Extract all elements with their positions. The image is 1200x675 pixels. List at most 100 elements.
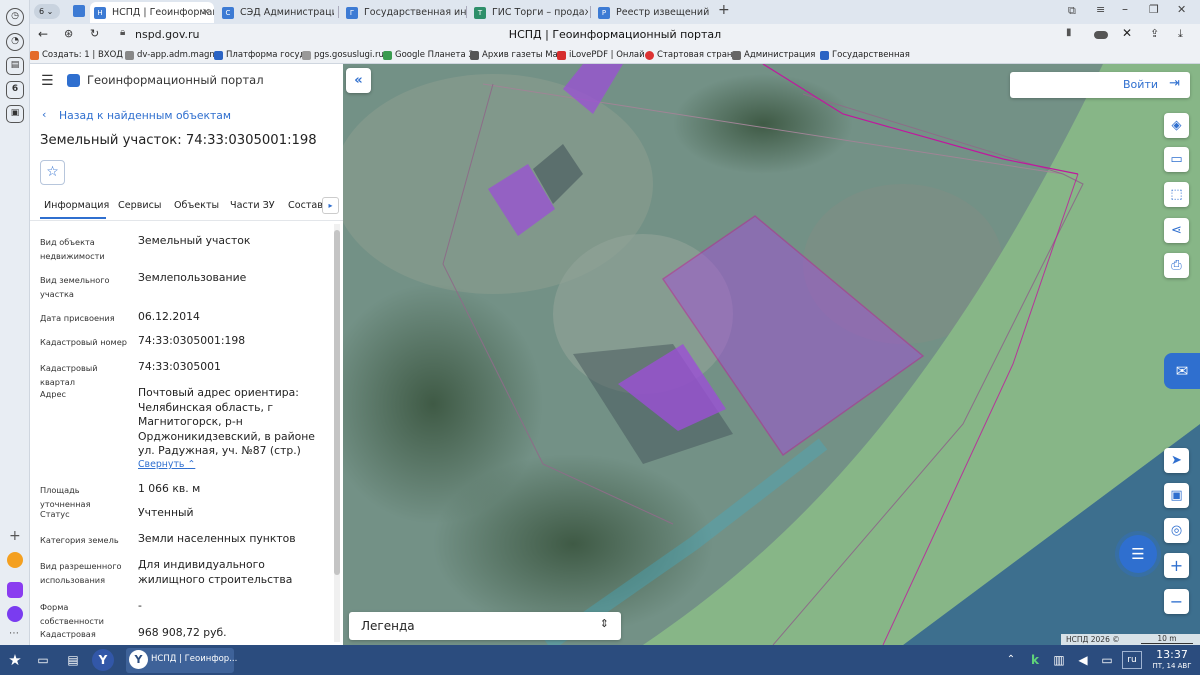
- tabs-scroll-right-icon[interactable]: ▸: [322, 197, 339, 214]
- login-icon: ⇥: [1169, 76, 1180, 91]
- share-icon[interactable]: ⇪: [1150, 27, 1159, 40]
- field-value: 74:33:0305001: [138, 360, 221, 373]
- tab-composition[interactable]: Состав: [288, 200, 323, 211]
- field-label: Вид земельного участка: [40, 275, 110, 299]
- bookmark-6[interactable]: Архив газеты Ма: [470, 48, 558, 62]
- alice-icon[interactable]: [7, 606, 23, 622]
- hamburger-icon[interactable]: ☰: [41, 73, 54, 89]
- bookmark-1[interactable]: Создать: 1 | ВХОД: [30, 48, 123, 62]
- bookmark-4[interactable]: pgs.gosuslugi.ru: [302, 48, 384, 62]
- gis-favicon: Г: [346, 7, 358, 19]
- screenshot-icon[interactable]: ▣: [6, 105, 24, 123]
- volume-icon[interactable]: ◀: [1072, 649, 1094, 671]
- tab-objects[interactable]: Объекты: [174, 200, 219, 211]
- add-icon[interactable]: +: [9, 528, 21, 544]
- tab-counter[interactable]: 6 ⌄: [34, 4, 60, 19]
- bookmark-2[interactable]: dv-app.adm.magn: [125, 48, 215, 62]
- bookmark-9[interactable]: Администрация: [732, 48, 815, 62]
- tab-services[interactable]: Сервисы: [118, 200, 161, 211]
- tab-count-icon[interactable]: 6: [6, 81, 24, 99]
- bookmark-icon[interactable]: ▮: [1066, 27, 1072, 38]
- tab-torgi[interactable]: ТГИС Торги – продажи гос: [470, 2, 588, 23]
- scrollbar-track[interactable]: [334, 224, 340, 642]
- close-window-icon[interactable]: ✕: [1177, 3, 1186, 16]
- legend-dropdown[interactable]: Легенда ⇕: [349, 612, 621, 640]
- file-manager-icon[interactable]: ▤: [62, 649, 84, 671]
- field-value: 06.12.2014: [138, 310, 200, 323]
- start-icon[interactable]: ★: [4, 649, 26, 671]
- maximize-icon[interactable]: ❐: [1149, 3, 1159, 16]
- pinned-tab-icon[interactable]: [73, 5, 85, 17]
- bookmark-7[interactable]: iLovePDF | Онлай: [557, 48, 645, 62]
- select-area-icon[interactable]: ⬚: [1164, 182, 1189, 207]
- tab-parts[interactable]: Части ЗУ: [230, 200, 275, 211]
- bookmark-3[interactable]: Платформа госуд: [214, 48, 305, 62]
- back-to-results-link[interactable]: Назад к найденным объектам: [59, 109, 231, 122]
- map-view[interactable]: « Войти ⇥ ◈ ▭ ⬚ ⋖ ⎙ ✉ ➤ ▣ ◎ ☰ + − Легенд…: [343, 64, 1200, 645]
- tab-sed[interactable]: ССЭД Администрации Ма: [218, 2, 334, 23]
- network-icon[interactable]: ▭: [1096, 649, 1118, 671]
- tab-strip: Информация Сервисы Объекты Части ЗУ Сост…: [30, 195, 343, 221]
- tab-bar: 6 ⌄ Н НСПД | Геоинформац ✕ С СЭД Администра…: [30, 0, 1200, 24]
- copyright-text: НСПД 2026 ©: [1066, 635, 1120, 644]
- minimap-icon[interactable]: ▣: [1164, 483, 1189, 508]
- extension-icon[interactable]: [1094, 31, 1108, 39]
- mail-icon[interactable]: [7, 552, 23, 568]
- minimize-icon[interactable]: –: [1122, 2, 1128, 16]
- login-button[interactable]: Войти ⇥: [1010, 72, 1190, 98]
- menu-icon[interactable]: ≡: [1096, 3, 1105, 16]
- layers-icon[interactable]: ◈: [1164, 113, 1189, 138]
- kaspersky-tray-icon[interactable]: k: [1024, 649, 1046, 671]
- browser-sidebar: ◷ ◔ ▤ 6 ▣ + ⋯: [0, 0, 30, 645]
- clock-icon[interactable]: ◷: [6, 8, 24, 26]
- windows-icon[interactable]: ▭: [32, 649, 54, 671]
- registry-favicon: Р: [598, 7, 610, 19]
- kaspersky-icon[interactable]: ✕: [1122, 26, 1132, 40]
- field-label: Вид разрешенного использования: [40, 561, 122, 585]
- collapse-panel-icon[interactable]: «: [346, 68, 371, 93]
- tab-registry[interactable]: Р Реестр извещений: [594, 2, 714, 23]
- bookmark-8[interactable]: Стартовая стран: [645, 48, 732, 62]
- yandex-browser-icon[interactable]: Y: [92, 649, 114, 671]
- tab-nspd[interactable]: Н НСПД | Геоинформац ✕: [90, 2, 214, 23]
- tab-gis[interactable]: ГГосударственная инфор: [342, 2, 466, 23]
- share-map-icon[interactable]: ⋖: [1164, 218, 1189, 243]
- zoom-out-icon[interactable]: −: [1164, 589, 1189, 614]
- field-label: Форма собственности: [40, 602, 105, 626]
- favorite-star-icon[interactable]: ☆: [40, 160, 65, 185]
- info-panel: ☰ Геоинформационный портал ‹ Назад к най…: [30, 64, 343, 645]
- field-label: Статус: [40, 509, 70, 519]
- market-icon[interactable]: [7, 582, 23, 598]
- ruler-icon[interactable]: ▭: [1164, 147, 1189, 172]
- field-label: Категория земель: [40, 535, 119, 545]
- history-icon[interactable]: ◔: [6, 33, 24, 51]
- tray-expand-icon[interactable]: ⌃: [1000, 649, 1022, 671]
- field-label: Адрес: [40, 389, 66, 399]
- tab-info[interactable]: Информация: [44, 200, 109, 211]
- new-tab-icon[interactable]: +: [718, 2, 730, 18]
- print-icon[interactable]: ⎙: [1164, 253, 1189, 278]
- bookmark-5[interactable]: Google Планета З: [383, 48, 474, 62]
- chevron-updown-icon: ⇕: [599, 617, 609, 630]
- bookmark-10[interactable]: Государственная: [820, 48, 910, 62]
- taskbar-app-nspd[interactable]: Y НСПД | Геоинфор...: [126, 648, 238, 673]
- chat-icon[interactable]: ☰: [1119, 535, 1157, 573]
- language-indicator[interactable]: ru: [1122, 651, 1142, 669]
- zoom-in-icon[interactable]: +: [1164, 553, 1189, 578]
- taskbar-app-label: НСПД | Геоинфор...: [151, 654, 238, 664]
- field-label: Кадастровая: [40, 629, 96, 639]
- clock[interactable]: 13:37 ПТ, 14 АВГ: [1148, 648, 1196, 671]
- back-arrow-icon[interactable]: ‹: [42, 108, 46, 121]
- feedback-tab-icon[interactable]: ✉: [1164, 353, 1200, 389]
- collapse-link[interactable]: Свернуть ⌃: [138, 459, 195, 470]
- clipboard-icon[interactable]: ▥: [1048, 649, 1070, 671]
- more-icon[interactable]: ⋯: [9, 628, 19, 639]
- geolocation-icon[interactable]: ◎: [1164, 518, 1189, 543]
- address-bar: ← ⊛ ↻ 🔒︎ nspd.gov.ru НСПД | Геоинформаци…: [30, 24, 1200, 46]
- bookmark-manager-icon[interactable]: ⧉: [1068, 4, 1076, 18]
- locate-icon[interactable]: ➤: [1164, 448, 1189, 473]
- close-tab-icon[interactable]: ✕: [202, 2, 210, 23]
- collections-icon[interactable]: ▤: [6, 57, 24, 75]
- download-icon[interactable]: ⤓: [1178, 27, 1183, 41]
- scrollbar-thumb[interactable]: [334, 230, 340, 575]
